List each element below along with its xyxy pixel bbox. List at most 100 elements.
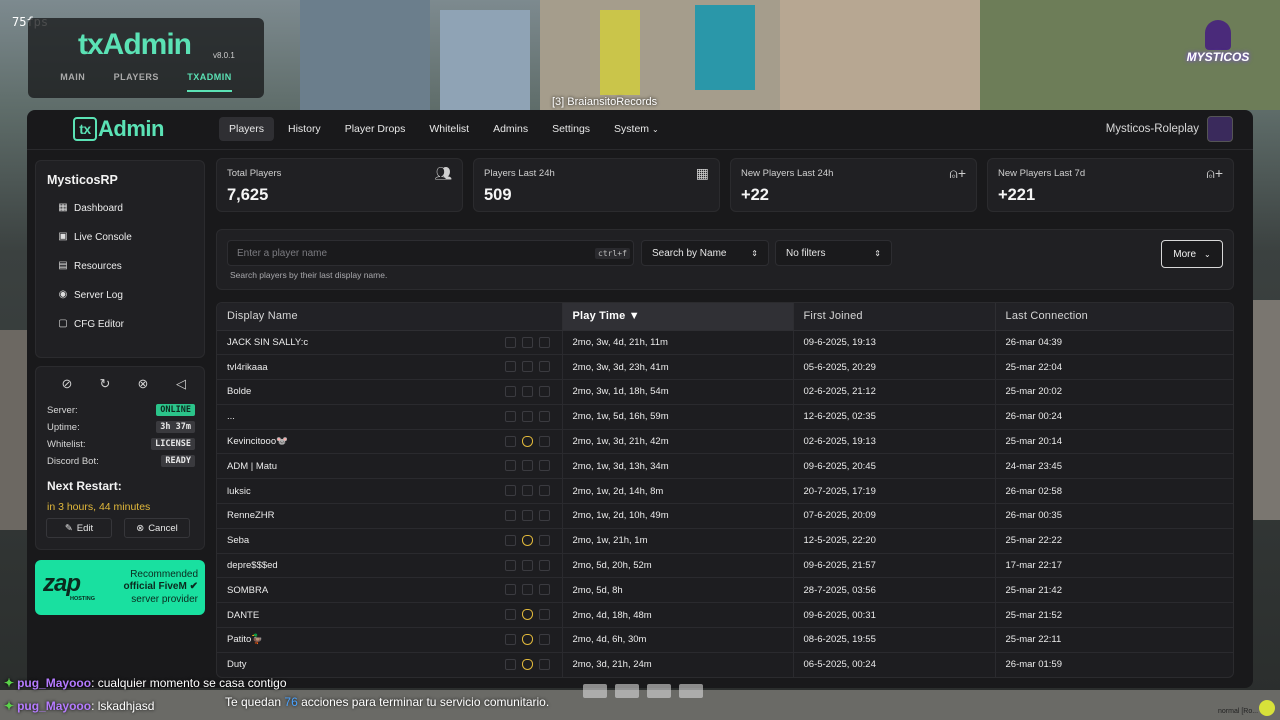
nav-player-drops[interactable]: Player Drops: [335, 117, 416, 141]
table-row[interactable]: tvl4rikaaa 2mo, 3w, 3d, 23h, 41m 05-6-2025…: [217, 354, 1233, 381]
search-by-select[interactable]: Search by Name ⇕: [641, 240, 769, 266]
file-icon: [538, 584, 550, 596]
shield-icon: [521, 460, 533, 472]
note-icon: [504, 634, 516, 646]
cell-joined: 20-7-2025, 17:19: [793, 478, 996, 505]
file-icon: [538, 559, 550, 571]
chevron-updown-icon: ⇕: [874, 248, 881, 258]
file-icon: [538, 510, 550, 522]
server-menu: MysticosRP ▦ Dashboard ▣ Live Console ▤ Res…: [35, 160, 205, 358]
note-icon: [504, 658, 516, 670]
nav-admins[interactable]: Admins: [483, 117, 538, 141]
server-brand-logo: MYSTICOS: [1176, 20, 1260, 80]
stat-players-24h: Players Last 24h 509 ▦: [473, 158, 720, 212]
table-row[interactable]: Patito🦆 2mo, 4d, 6h, 30m 08-6-2025, 19:55 2…: [217, 627, 1233, 653]
streamer-tag: [3] BraiansitoRecords: [552, 96, 658, 108]
txadmin-mini-menu: txAdmin v8.0.1 MAIN PLAYERS TXADMIN: [28, 18, 264, 98]
mini-tab-players[interactable]: PLAYERS: [114, 72, 159, 92]
note-icon: [504, 485, 516, 497]
table-row[interactable]: Kevincitooo🐭 2mo, 1w, 3d, 21h, 42m 02-6-20…: [217, 429, 1233, 455]
cell-joined: 28-7-2025, 03:56: [793, 577, 996, 604]
column-first-joined[interactable]: First Joined: [793, 303, 996, 331]
note-icon: [504, 534, 516, 546]
column-last-connection[interactable]: Last Connection: [995, 303, 1233, 331]
chevron-down-icon: ⌄: [651, 125, 659, 134]
mini-tab-txadmin[interactable]: TXADMIN: [187, 72, 232, 92]
stat-new-players-7d: New Players Last 7d +221 ⍝+: [987, 158, 1234, 212]
nav-history[interactable]: History: [278, 117, 331, 141]
column-play-time[interactable]: Play Time ▼: [562, 303, 794, 331]
note-icon: [504, 609, 516, 621]
megaphone-icon[interactable]: ◁: [162, 375, 200, 393]
txadmin-logo[interactable]: tx Admin: [73, 116, 164, 142]
cell-last: 25-mar 22:04: [995, 354, 1233, 381]
hud-slots: [583, 684, 703, 698]
table-row[interactable]: Duty 2mo, 3d, 21h, 24m 06-5-2025, 00:24 26-…: [217, 652, 1233, 677]
shield-icon: [521, 534, 533, 546]
status-server: Server: ONLINE: [47, 403, 195, 417]
shield-icon: [521, 559, 533, 571]
cell-display-name: Kevincitooo🐭: [217, 429, 563, 455]
no-entry-icon[interactable]: ⊗: [124, 375, 162, 393]
table-row[interactable]: Bolde 2mo, 3w, 1d, 18h, 54m 02-6-2025, 21:…: [217, 379, 1233, 405]
cancel-restart-button[interactable]: ⊗ Cancel: [124, 518, 190, 538]
table-row[interactable]: RenneZHR 2mo, 1w, 2d, 10h, 49m 07-6-2025, …: [217, 503, 1233, 529]
server-name: Mysticos-Roleplay: [1105, 123, 1199, 135]
cell-display-name: RenneZHR: [217, 503, 563, 529]
filters-select[interactable]: No filters ⇕: [775, 240, 892, 266]
cell-display-name: luksic: [217, 478, 563, 505]
mini-tab-main[interactable]: MAIN: [60, 72, 85, 92]
table-row[interactable]: depre$$$ed 2mo, 5d, 20h, 52m 09-6-2025, 21…: [217, 553, 1233, 579]
resources-icon: ▤: [58, 260, 68, 271]
user-plus-icon: ⍝+: [1206, 165, 1223, 181]
cell-last: 25-mar 21:52: [995, 602, 1233, 629]
restart-icon[interactable]: ↻: [86, 375, 124, 393]
top-navigation: tx Admin Players History Player Drops Whi…: [27, 110, 1253, 150]
cell-play: 2mo, 1w, 21h, 1m: [562, 528, 794, 554]
zap-hosting-promo[interactable]: zap HOSTING Recommended official FiveM ✔…: [35, 560, 205, 615]
shield-icon: [521, 584, 533, 596]
table-row[interactable]: DANTE 2mo, 4d, 18h, 48m 09-6-2025, 00:31 25…: [217, 602, 1233, 629]
power-off-icon[interactable]: ⊘: [48, 375, 86, 393]
avatar[interactable]: [1207, 116, 1233, 142]
table-row[interactable]: ... 2mo, 1w, 5d, 16h, 59m 12-6-2025, 02:35…: [217, 404, 1233, 430]
nav-settings[interactable]: Settings: [542, 117, 600, 141]
cell-play: 2mo, 5d, 20h, 52m: [562, 553, 794, 579]
nav-whitelist[interactable]: Whitelist: [419, 117, 479, 141]
status-badge: READY: [161, 455, 195, 467]
table-row[interactable]: JACK SIN SALLY:c 2mo, 3w, 4d, 21h, 11m 09-…: [217, 330, 1233, 356]
file-icon: [538, 435, 550, 447]
column-display-name[interactable]: Display Name: [217, 303, 563, 331]
status-uptime: Uptime: 3h 37m: [47, 420, 195, 434]
note-icon: [504, 510, 516, 522]
shield-icon: [521, 361, 533, 373]
cell-joined: 09-6-2025, 00:31: [793, 602, 996, 629]
cell-play: 2mo, 1w, 5d, 16h, 59m: [562, 404, 794, 430]
cell-joined: 02-6-2025, 19:13: [793, 429, 996, 455]
mini-version: v8.0.1: [213, 51, 235, 60]
cell-joined: 07-6-2025, 20:09: [793, 503, 996, 529]
table-row[interactable]: SOMBRA 2mo, 5d, 8h 28-7-2025, 03:56 25-mar …: [217, 577, 1233, 604]
cell-play: 2mo, 3w, 4d, 21h, 11m: [562, 330, 794, 356]
nav-system[interactable]: System ⌄: [604, 117, 669, 141]
cell-play: 2mo, 1w, 3d, 21h, 42m: [562, 429, 794, 455]
sidebar-item-dashboard[interactable]: ▦ Dashboard: [58, 199, 123, 217]
more-button[interactable]: More ⌄: [1161, 240, 1223, 268]
sidebar-item-cfg-editor[interactable]: ▢ CFG Editor: [58, 315, 124, 333]
sidebar-item-resources[interactable]: ▤ Resources: [58, 257, 122, 275]
file-icon: [538, 485, 550, 497]
sidebar-item-live-console[interactable]: ▣ Live Console: [58, 228, 132, 246]
table-row[interactable]: ADM | Matu 2mo, 1w, 3d, 13h, 34m 09-6-2025…: [217, 453, 1233, 480]
table-row[interactable]: Seba 2mo, 1w, 21h, 1m 12-5-2025, 22:20 25-m…: [217, 528, 1233, 554]
table-row[interactable]: luksic 2mo, 1w, 2d, 14h, 8m 20-7-2025, 17:…: [217, 478, 1233, 505]
note-icon: [504, 460, 516, 472]
player-search-input[interactable]: [227, 240, 634, 266]
cell-display-name: DANTE: [217, 602, 563, 629]
file-icon: [538, 460, 550, 472]
nav-players[interactable]: Players: [219, 117, 275, 141]
zap-logo: zap: [43, 570, 81, 597]
edit-restart-button[interactable]: ✎ Edit: [46, 518, 112, 538]
sidebar-item-server-log[interactable]: ◉ Server Log: [58, 286, 123, 304]
promo-line-2: official FiveM ✔: [123, 581, 198, 592]
stat-new-players-24h: New Players Last 24h +22 ⍝+: [730, 158, 977, 212]
